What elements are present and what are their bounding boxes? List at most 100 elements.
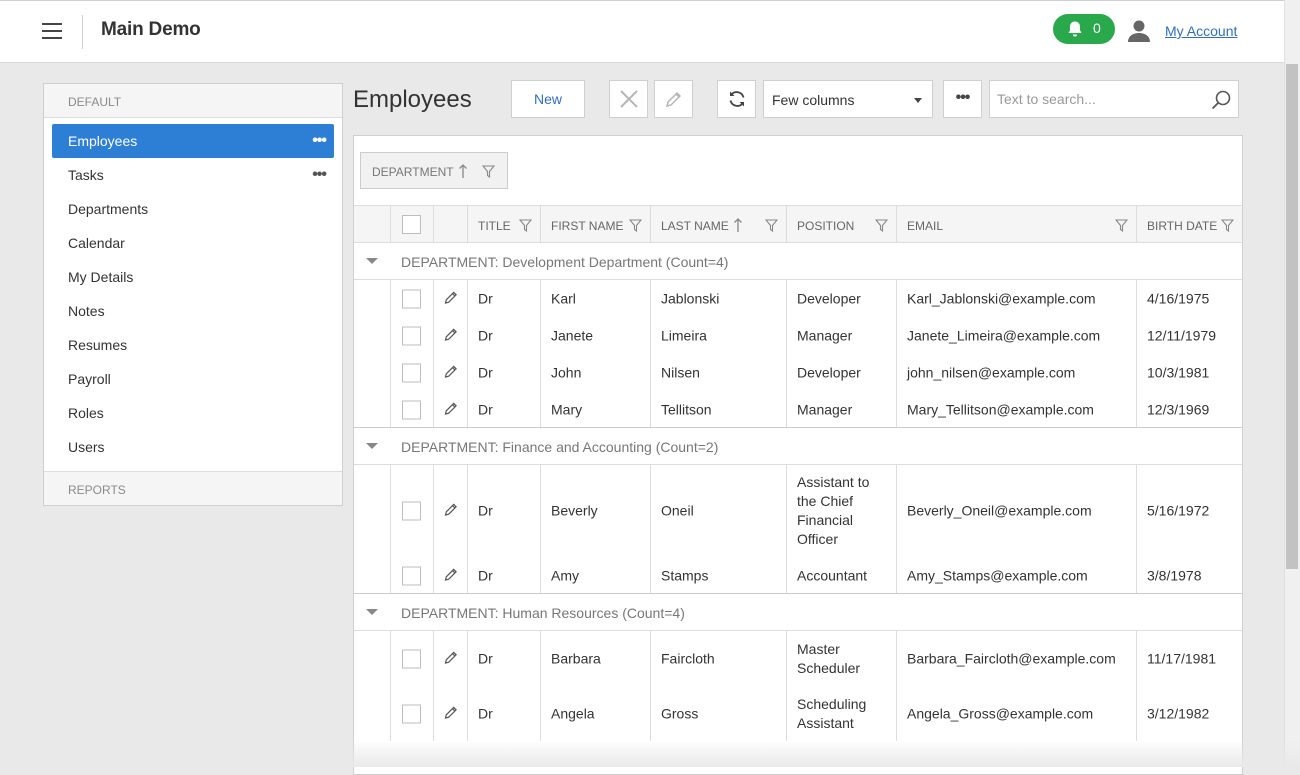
- group-row[interactable]: DEPARTMENT: Human Resources (Count=4): [354, 594, 1242, 631]
- cell-position: Developer: [787, 354, 897, 391]
- column-header-first-name[interactable]: FIRST NAME: [541, 206, 651, 243]
- filter-icon[interactable]: [628, 219, 643, 235]
- filter-icon[interactable]: [518, 219, 533, 235]
- pencil-icon[interactable]: [443, 649, 459, 668]
- table-row[interactable]: Dr Barbara Faircloth Master Scheduler Barbar…: [354, 631, 1242, 686]
- row-checkbox[interactable]: [402, 289, 421, 308]
- cell-value: Assistant to the Chief Financial Officer: [797, 474, 870, 547]
- table-row[interactable]: Dr Janete Limeira Manager Janete_Limeira@exa…: [354, 317, 1242, 354]
- sidebar-item-resumes[interactable]: Resumes: [52, 328, 334, 362]
- sidebar-item-employees[interactable]: Employees •••: [52, 124, 334, 158]
- pencil-icon[interactable]: [443, 326, 459, 345]
- table-row[interactable]: Dr John Nilsen Developer john_nilsen@example…: [354, 354, 1242, 391]
- expand-icon[interactable]: [366, 609, 378, 615]
- search-input[interactable]: [990, 81, 1200, 117]
- cell-value: Gross: [661, 705, 699, 721]
- pencil-icon[interactable]: [443, 704, 459, 723]
- sidebar-item-payroll[interactable]: Payroll: [52, 362, 334, 396]
- more-menu-icon[interactable]: •••: [312, 124, 327, 158]
- row-edit-cell: [434, 391, 468, 428]
- pencil-icon[interactable]: [443, 400, 459, 419]
- column-header-label: EMAIL: [907, 219, 944, 233]
- delete-button[interactable]: [609, 80, 648, 118]
- expand-icon[interactable]: [366, 258, 378, 264]
- pencil-icon[interactable]: [443, 502, 459, 521]
- cell-value: 11/17/1981: [1147, 650, 1217, 666]
- refresh-button[interactable]: [717, 80, 756, 118]
- sidebar-item-label: Roles: [68, 405, 104, 421]
- row-checkbox[interactable]: [402, 326, 421, 345]
- column-header-title[interactable]: TITLE: [468, 206, 541, 243]
- sidebar-item-tasks[interactable]: Tasks •••: [52, 158, 334, 192]
- cell-position: Scheduling Assistant: [787, 686, 897, 741]
- column-header-birth-date[interactable]: BIRTH DATE: [1137, 206, 1242, 243]
- column-header-label: BIRTH DATE: [1147, 219, 1218, 233]
- sidebar-item-my-details[interactable]: My Details: [52, 260, 334, 294]
- cell-value: Limeira: [661, 327, 707, 343]
- row-checkbox[interactable]: [402, 501, 421, 521]
- cell-position: Manager: [787, 317, 897, 354]
- row-checkbox[interactable]: [402, 400, 421, 419]
- row-checkbox[interactable]: [402, 363, 421, 382]
- filter-icon[interactable]: [1220, 219, 1235, 235]
- table-row[interactable]: Dr Mary Tellitson Manager Mary_Tellitson@exa…: [354, 391, 1242, 428]
- hamburger-icon[interactable]: [42, 23, 62, 39]
- column-header-label: LAST NAME: [661, 219, 729, 233]
- cell-value: John: [551, 364, 582, 380]
- filter-icon[interactable]: [874, 219, 889, 235]
- select-all-checkbox[interactable]: [402, 215, 421, 234]
- cell-title: Dr: [468, 686, 541, 741]
- new-button[interactable]: New: [511, 80, 585, 118]
- row-indent-cell: [354, 391, 391, 428]
- more-menu-icon[interactable]: •••: [312, 158, 327, 192]
- column-header-select-all[interactable]: [391, 206, 434, 243]
- cell-first: Janete: [541, 317, 651, 354]
- sidebar-item-departments[interactable]: Departments: [52, 192, 334, 226]
- column-view-select[interactable]: Few columns: [763, 80, 933, 118]
- column-header-label: TITLE: [478, 219, 511, 233]
- table-row[interactable]: Dr Amy Stamps Accountant Amy_Stamps@example.…: [354, 557, 1242, 594]
- cell-value: Scheduling Assistant: [797, 695, 867, 731]
- cell-value: Beverly: [551, 502, 598, 519]
- table-row[interactable]: Dr Karl Jablonski Developer Karl_Jablonski@e…: [354, 280, 1242, 317]
- table-row[interactable]: Dr Angela Gross Scheduling Assistant Angela_…: [354, 686, 1242, 741]
- sidebar-section-default[interactable]: DEFAULT: [44, 84, 342, 118]
- page-scrollbar-thumb[interactable]: [1286, 64, 1298, 569]
- cell-value: Stamps: [661, 567, 709, 583]
- search-icon[interactable]: [1210, 89, 1232, 111]
- filter-icon[interactable]: [1114, 219, 1129, 235]
- column-header-last-name[interactable]: LAST NAME: [651, 206, 787, 243]
- sort-up-icon[interactable]: [733, 217, 743, 236]
- notifications-button[interactable]: 0: [1053, 14, 1115, 44]
- sidebar-item-calendar[interactable]: Calendar: [52, 226, 334, 260]
- pencil-icon[interactable]: [443, 289, 459, 308]
- group-row[interactable]: DEPARTMENT: Development Department (Coun…: [354, 243, 1242, 280]
- cell-value: 4/16/1975: [1147, 290, 1210, 306]
- group-label: DEPARTMENT: Finance and Accounting (Coun…: [401, 439, 719, 455]
- group-row[interactable]: DEPARTMENT: Finance and Accounting (Coun…: [354, 428, 1242, 465]
- pencil-icon[interactable]: [443, 363, 459, 382]
- column-header-position[interactable]: POSITION: [787, 206, 897, 243]
- sidebar-item-users[interactable]: Users: [52, 430, 334, 464]
- cell-title: Dr: [468, 391, 541, 428]
- filter-icon[interactable]: [482, 165, 495, 178]
- my-account-link[interactable]: My Account: [1165, 23, 1237, 39]
- pencil-icon[interactable]: [443, 566, 459, 585]
- expand-icon[interactable]: [366, 443, 378, 449]
- column-header-email[interactable]: EMAIL: [897, 206, 1137, 243]
- more-actions-button[interactable]: •••: [943, 80, 982, 118]
- edit-button[interactable]: [654, 80, 693, 118]
- row-edit-cell: [434, 354, 468, 391]
- row-edit-cell: [434, 280, 468, 317]
- table-row[interactable]: Dr Beverly Oneil Assistant to the Chief Fin…: [354, 465, 1242, 557]
- row-checkbox[interactable]: [402, 704, 421, 723]
- sidebar-item-notes[interactable]: Notes: [52, 294, 334, 328]
- sidebar-item-roles[interactable]: Roles: [52, 396, 334, 430]
- user-icon[interactable]: [1127, 19, 1151, 43]
- row-checkbox[interactable]: [402, 566, 421, 585]
- sidebar-section-reports[interactable]: REPORTS: [44, 471, 342, 505]
- row-checkbox[interactable]: [402, 649, 421, 668]
- sort-up-icon[interactable]: [458, 163, 468, 179]
- filter-icon[interactable]: [764, 219, 779, 235]
- group-chip-department[interactable]: DEPARTMENT: [360, 152, 508, 189]
